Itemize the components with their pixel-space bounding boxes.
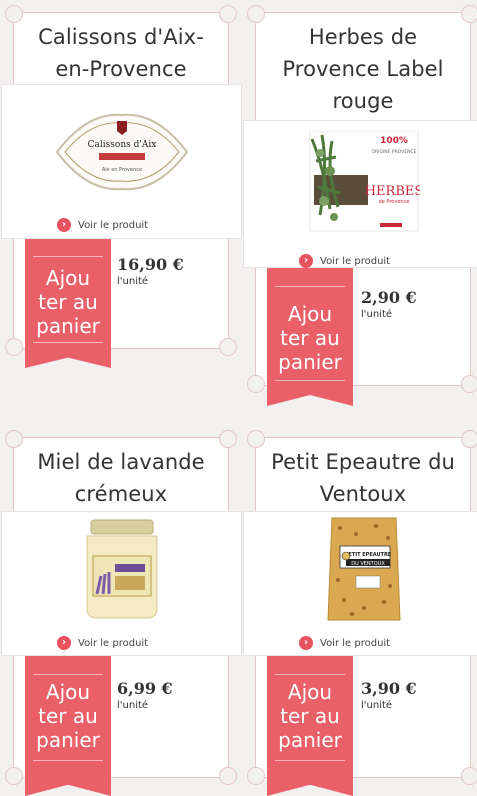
- product-image-box[interactable]: Calissons d'Aix Aix en Provence › Voir l…: [1, 84, 242, 239]
- product-title-frame: Herbes de Provence Label rouge: [247, 5, 477, 122]
- product-image-box[interactable]: PETIT EPEAUTRE DU VENTOUX › Voir le prod…: [243, 511, 477, 656]
- view-product-label: Voir le produit: [78, 637, 149, 649]
- honey-jar-image: [86, 519, 157, 619]
- price-unit: l'unité: [117, 276, 149, 287]
- add-to-cart-button[interactable]: Ajou ter au panier: [267, 656, 353, 796]
- product-title: Herbes de Provence Label rouge: [282, 25, 444, 113]
- svg-text:Calissons d'Aix: Calissons d'Aix: [87, 140, 156, 150]
- ribbon-line: [33, 674, 103, 675]
- svg-text:de Provence: de Provence: [378, 199, 409, 205]
- arrow-right-icon: ›: [299, 254, 313, 268]
- ribbon-line: [33, 342, 103, 343]
- ribbon-line: [275, 760, 345, 761]
- add-to-cart-label: Ajou ter au panier: [36, 680, 100, 752]
- ribbon-line: [275, 674, 345, 675]
- price-unit: l'unité: [361, 309, 393, 320]
- product-price: 2,90 €: [361, 288, 417, 307]
- svg-text:ORIGINE PROVENCE: ORIGINE PROVENCE: [371, 149, 416, 155]
- ribbon-line: [275, 380, 345, 381]
- ribbon-line: [33, 256, 103, 257]
- calissons-box-image: Calissons d'Aix Aix en Provence: [55, 113, 188, 191]
- view-product-label: Voir le produit: [78, 219, 149, 231]
- herbes-package-image: 100% ORIGINE PROVENCE HERBES de Provence: [309, 131, 420, 232]
- arrow-right-icon: ›: [57, 636, 71, 650]
- price-unit: l'unité: [361, 700, 393, 711]
- product-title-frame: Calissons d'Aix-en-Provence: [5, 5, 237, 92]
- add-to-cart-button[interactable]: Ajou ter au panier: [267, 268, 353, 406]
- add-to-cart-label: Ajou ter au panier: [278, 680, 342, 752]
- product-title: Petit Epeautre du Ventoux: [271, 450, 455, 506]
- view-product-link[interactable]: › Voir le produit: [57, 636, 148, 650]
- product-image-box[interactable]: › Voir le produit: [1, 511, 242, 656]
- price-unit: l'unité: [117, 700, 149, 711]
- product-title: Miel de lavande crémeux: [37, 450, 205, 506]
- product-price: 6,99 €: [117, 679, 173, 698]
- svg-text:PETIT EPEAUTRE: PETIT EPEAUTRE: [344, 552, 391, 558]
- product-title-frame: Miel de lavande crémeux: [5, 430, 237, 517]
- svg-text:Aix en Provence: Aix en Provence: [101, 167, 141, 173]
- product-title: Calissons d'Aix-en-Provence: [38, 25, 204, 81]
- epeautre-bag-image: PETIT EPEAUTRE DU VENTOUX: [326, 517, 401, 621]
- add-to-cart-button[interactable]: Ajou ter au panier: [25, 656, 111, 796]
- view-product-link[interactable]: › Voir le produit: [299, 636, 390, 650]
- arrow-right-icon: ›: [57, 218, 71, 232]
- view-product-link[interactable]: › Voir le produit: [299, 254, 390, 268]
- product-image-box[interactable]: 100% ORIGINE PROVENCE HERBES de Provence…: [243, 120, 477, 268]
- add-to-cart-label: Ajou ter au panier: [278, 302, 342, 374]
- product-title-frame: Petit Epeautre du Ventoux: [247, 430, 477, 517]
- arrow-right-icon: ›: [299, 636, 313, 650]
- view-product-link[interactable]: › Voir le produit: [57, 218, 148, 232]
- view-product-label: Voir le produit: [320, 637, 391, 649]
- product-price: 3,90 €: [361, 679, 417, 698]
- product-price: 16,90 €: [117, 255, 184, 274]
- view-product-label: Voir le produit: [320, 255, 391, 267]
- svg-text:100%: 100%: [380, 136, 408, 146]
- add-to-cart-label: Ajou ter au panier: [36, 266, 100, 338]
- svg-text:DU VENTOUX: DU VENTOUX: [351, 561, 385, 567]
- ribbon-line: [275, 286, 345, 287]
- svg-text:HERBES: HERBES: [364, 184, 419, 199]
- add-to-cart-button[interactable]: Ajou ter au panier: [25, 239, 111, 368]
- ribbon-line: [33, 760, 103, 761]
